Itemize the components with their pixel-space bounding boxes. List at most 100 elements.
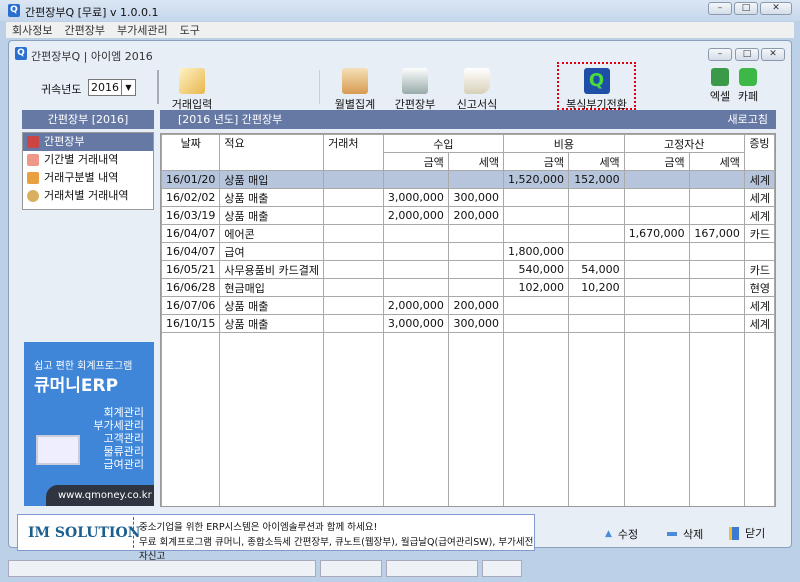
empty-row [161, 494, 775, 506]
col-desc[interactable]: 적요 [219, 134, 325, 171]
empty-cell [688, 458, 745, 477]
col-income-amount[interactable]: 금액 [382, 152, 449, 171]
table-row[interactable]: 16/04/07 에어콘 1,670,000 167,000 카드 [161, 224, 775, 243]
table-cell: 300,000 [447, 188, 505, 207]
table-cell: 16/06/28 [161, 278, 221, 297]
menu-vat[interactable]: 부가세관리 [117, 24, 168, 37]
empty-cell [623, 476, 690, 495]
left-panel-header: 간편장부 [2016] [22, 110, 154, 129]
table-cell [623, 188, 690, 207]
inner-close-button[interactable]: ✕ [761, 48, 785, 61]
col-asset: 고정자산 [623, 134, 745, 153]
col-asset-amount[interactable]: 금액 [623, 152, 690, 171]
table-row[interactable]: 16/03/19 상품 매출 2,000,000 200,000 세계 [161, 206, 775, 225]
empty-cell [503, 386, 569, 405]
empty-cell [161, 350, 221, 369]
empty-cell [161, 458, 221, 477]
table-cell: 540,000 [503, 260, 569, 279]
divider [133, 517, 134, 548]
menu-tools[interactable]: 도구 [180, 24, 200, 37]
col-evidence[interactable]: 증빙 [743, 134, 775, 171]
ledger-table: 날짜 적요 거래처 수입 비용 고정자산 증빙 금액 세액 금액 세액 금액 세액 16/01/20… [160, 133, 776, 507]
col-asset-tax[interactable]: 세액 [688, 152, 745, 171]
empty-cell [743, 332, 775, 351]
maximize-button[interactable]: □ [734, 2, 758, 15]
table-cell: 200,000 [447, 296, 505, 315]
im-solution-banner[interactable]: IM SOLUTION 중소기업을 위한 ERP시스템은 아이엠솔루션과 함께 … [17, 514, 535, 562]
col-income-tax[interactable]: 세액 [447, 152, 505, 171]
double-entry-convert-button[interactable]: Q 복식부기전환 [557, 62, 636, 111]
close-button[interactable]: ✕ [760, 2, 792, 15]
empty-cell [323, 386, 384, 405]
empty-cell [382, 440, 449, 459]
empty-cell [447, 332, 505, 351]
main-title: [2016 년도] 간편장부 [178, 113, 283, 126]
nav-item-partner[interactable]: 거래처별 거래내역 [23, 187, 153, 205]
year-select[interactable]: 2016 ▼ [88, 79, 136, 96]
col-date[interactable]: 날짜 [161, 134, 221, 171]
label: 수정 [617, 528, 639, 541]
edit-button[interactable]: ▲ 수정 [605, 526, 638, 542]
inner-maximize-button[interactable]: □ [735, 48, 759, 61]
empty-cell [219, 494, 325, 506]
excel-button[interactable]: 엑셀 [706, 68, 734, 104]
empty-cell [688, 332, 745, 351]
empty-cell [382, 422, 449, 441]
empty-cell [447, 440, 505, 459]
inner-minimize-button[interactable]: – [708, 48, 732, 61]
main-panel-header: [2016 년도] 간편장부 새로고침 [160, 110, 776, 129]
table-cell [623, 170, 690, 189]
table-cell: 세계 [743, 296, 775, 315]
table-row[interactable]: 16/06/28 현금매입 102,000 10,200 현영 [161, 278, 775, 297]
minimize-button[interactable]: – [708, 2, 732, 15]
empty-cell [161, 368, 221, 387]
table-cell: 3,000,000 [382, 188, 449, 207]
col-partner[interactable]: 거래처 [323, 134, 384, 171]
empty-row [161, 476, 775, 495]
empty-cell [503, 494, 569, 506]
col-expense: 비용 [503, 134, 625, 153]
table-row[interactable]: 16/02/02 상품 매출 3,000,000 300,000 세계 [161, 188, 775, 207]
col-expense-tax[interactable]: 세액 [568, 152, 625, 171]
empty-cell [219, 458, 325, 477]
table-row[interactable]: 16/05/21 사무용품비 카드결제 540,000 54,000 카드 [161, 260, 775, 279]
table-cell: 16/04/07 [161, 242, 221, 261]
table-cell: 16/02/02 [161, 188, 221, 207]
menu-company[interactable]: 회사정보 [12, 24, 52, 37]
table-cell [688, 206, 745, 225]
nav-item-period[interactable]: 기간별 거래내역 [23, 151, 153, 169]
menu-ledger[interactable]: 간편장부 [64, 24, 104, 37]
nav-item-ledger[interactable]: 간편장부 [23, 133, 153, 151]
empty-cell [568, 404, 625, 423]
empty-cell [623, 332, 690, 351]
table-cell [623, 242, 690, 261]
table-cell [568, 314, 625, 333]
empty-cell [382, 332, 449, 351]
table-row[interactable]: 16/07/06 상품 매출 2,000,000 200,000 세계 [161, 296, 775, 315]
ad-banner[interactable]: 쉽고 편한 회계프로그램 큐머니ERP 회계관리 부가세관리 고객관리 물류관리 급여관… [24, 342, 154, 506]
report-forms-button[interactable]: 신고서식 [452, 68, 502, 112]
nav-item-type[interactable]: 거래구분별 내역 [23, 169, 153, 187]
empty-cell [219, 422, 325, 441]
col-expense-amount[interactable]: 금액 [503, 152, 569, 171]
refresh-link[interactable]: 새로고침 [728, 110, 768, 129]
monthly-summary-button[interactable]: 월별집계 [330, 68, 380, 112]
close-window-button[interactable]: 닫기 [729, 525, 765, 541]
table-cell [447, 242, 505, 261]
empty-cell [219, 350, 325, 369]
table-cell [382, 224, 449, 243]
table-cell: 1,670,000 [623, 224, 690, 243]
empty-cell [743, 476, 775, 495]
empty-cell [161, 332, 221, 351]
table-row[interactable]: 16/04/07 급여 1,800,000 [161, 242, 775, 261]
cafe-button[interactable]: 카페 [734, 68, 762, 104]
triangle-up-icon: ▲ [605, 529, 612, 539]
ledger-print-button[interactable]: 간편장부 [390, 68, 440, 112]
empty-row [161, 386, 775, 405]
table-row[interactable]: 16/01/20 상품 매입 1,520,000 152,000 세계 [161, 170, 775, 189]
delete-button[interactable]: 삭제 [667, 526, 703, 542]
ad-url[interactable]: www.qmoney.co.kr [46, 485, 154, 506]
table-cell: 16/01/20 [161, 170, 221, 189]
table-row[interactable]: 16/10/15 상품 매출 3,000,000 300,000 세계 [161, 314, 775, 333]
transaction-entry-button[interactable]: 거래입력 [168, 68, 216, 112]
